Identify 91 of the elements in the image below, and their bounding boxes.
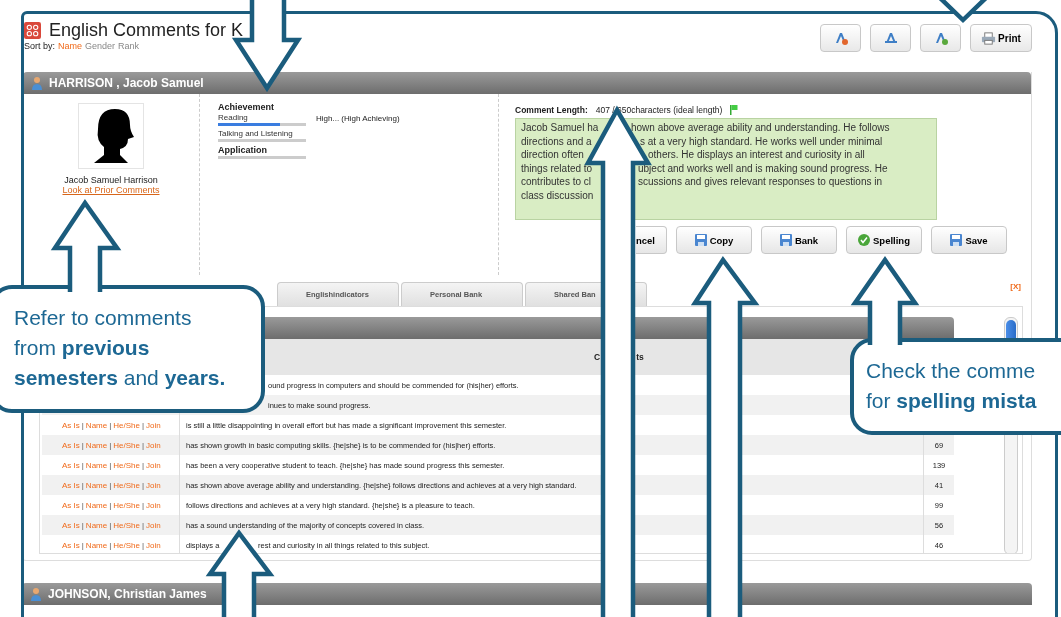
separator: | bbox=[141, 460, 145, 470]
printer-icon bbox=[981, 30, 997, 46]
letter-a-icon bbox=[882, 30, 899, 46]
page-title: English Comments for K bbox=[49, 20, 244, 41]
insert-link[interactable]: Join bbox=[146, 500, 161, 510]
insert-link[interactable]: He/She bbox=[113, 460, 140, 470]
insert-link[interactable]: He/She bbox=[113, 500, 140, 510]
comment-field[interactable]: Jacob Samuel ha hown above average ability and understanding. He follows directions and a s at a very high standard. He works well under minimal direction often others. He displays an interest and curiosity in all things related to ubject and works well and is making sound progress. He contributes to cl scussions and gives relevant responses to questions in class discussion bbox=[515, 118, 937, 220]
action-button[interactable]: Copy bbox=[676, 226, 752, 254]
insert-link[interactable]: Name bbox=[85, 480, 108, 490]
prior-comments-link[interactable]: Look at Prior Comments bbox=[62, 185, 160, 195]
insert-link[interactable]: Name bbox=[85, 460, 108, 470]
insert-link[interactable]: Join bbox=[146, 440, 161, 450]
insert-link[interactable]: Name bbox=[85, 500, 108, 510]
insert-link[interactable]: He/She bbox=[113, 420, 140, 430]
separator: | bbox=[141, 440, 145, 450]
toolbar-button[interactable] bbox=[920, 24, 961, 52]
check-icon bbox=[858, 234, 870, 246]
callout-text: Check the comme bbox=[866, 358, 1037, 384]
insert-link[interactable]: As Is bbox=[62, 420, 80, 430]
person-icon bbox=[31, 76, 43, 90]
separator: | bbox=[141, 520, 145, 530]
separator: | bbox=[81, 440, 84, 450]
insert-link[interactable]: As Is bbox=[62, 460, 80, 470]
insert-link[interactable]: As Is bbox=[62, 500, 80, 510]
separator: | bbox=[109, 460, 112, 470]
insert-link[interactable]: He/She bbox=[113, 440, 140, 450]
insert-link[interactable]: As Is bbox=[62, 540, 80, 550]
sort-option[interactable]: Name bbox=[58, 41, 83, 51]
separator: | bbox=[109, 520, 112, 530]
callout-text: Refer to comments bbox=[14, 305, 193, 331]
assessment-label: Application bbox=[218, 145, 268, 155]
separator: | bbox=[81, 480, 84, 490]
insert-link[interactable]: Name bbox=[85, 540, 108, 550]
separator: | bbox=[109, 440, 112, 450]
insert-link[interactable]: Name bbox=[85, 520, 108, 530]
separator: | bbox=[141, 500, 145, 510]
separator: | bbox=[109, 420, 112, 430]
student-name: HARRISON , Jacob Samuel bbox=[49, 76, 204, 90]
close-link[interactable]: [X] bbox=[1010, 282, 1021, 291]
insert-link[interactable]: Join bbox=[146, 520, 161, 530]
separator: | bbox=[81, 460, 84, 470]
separator: | bbox=[109, 540, 112, 550]
insert-link[interactable]: Join bbox=[146, 420, 161, 430]
callout-text: from previous bbox=[14, 335, 151, 361]
avatar-silhouette bbox=[78, 103, 144, 169]
person-icon bbox=[30, 587, 42, 601]
column-header: C bbox=[594, 352, 601, 362]
assessment-value: High... (High Achieving) bbox=[316, 113, 400, 125]
action-button[interactable]: Save bbox=[931, 226, 1007, 254]
separator: | bbox=[141, 540, 145, 550]
callout-text: for spelling mista bbox=[866, 388, 1038, 414]
print-button[interactable]: Print bbox=[970, 24, 1032, 52]
callout-text: semesters and years. bbox=[14, 365, 227, 391]
action-button[interactable]: ncel bbox=[636, 226, 667, 254]
insert-link[interactable]: Name bbox=[85, 440, 108, 450]
sort-label: Sort by: bbox=[24, 41, 55, 51]
separator: | bbox=[141, 420, 145, 430]
sort-option[interactable]: Gender bbox=[85, 41, 116, 51]
section-heading: Achievement bbox=[218, 102, 276, 112]
insert-link[interactable]: Name bbox=[85, 420, 108, 430]
flag-icon bbox=[730, 105, 739, 115]
sort-option[interactable]: Rank bbox=[118, 41, 140, 51]
insert-link[interactable]: Join bbox=[146, 460, 161, 470]
assessment-label: Reading bbox=[218, 113, 249, 122]
separator: | bbox=[81, 540, 84, 550]
assessment-label: Talking and Listening bbox=[218, 129, 294, 138]
comment-length-label: Comment Length: bbox=[515, 105, 588, 115]
column-header: ts bbox=[636, 352, 644, 362]
assessment-bar[interactable] bbox=[218, 123, 306, 126]
separator: | bbox=[81, 500, 84, 510]
insert-link[interactable]: Join bbox=[146, 540, 161, 550]
insert-link[interactable]: He/She bbox=[113, 540, 140, 550]
separator: | bbox=[81, 520, 84, 530]
toolbar-button[interactable] bbox=[870, 24, 911, 52]
student-name: JOHNSON, Christian James bbox=[48, 587, 207, 601]
insert-link[interactable]: As Is bbox=[62, 480, 80, 490]
insert-link[interactable]: He/She bbox=[113, 480, 140, 490]
separator: | bbox=[81, 420, 84, 430]
toolbar-button[interactable] bbox=[820, 24, 861, 52]
logo-icon bbox=[24, 22, 41, 39]
student-full-name: Jacob Samuel Harrison bbox=[64, 175, 158, 185]
action-button[interactable]: Bank bbox=[761, 226, 837, 254]
action-button[interactable]: Spelling bbox=[846, 226, 922, 254]
separator: | bbox=[109, 480, 112, 490]
insert-link[interactable]: He/She bbox=[113, 520, 140, 530]
insert-link[interactable]: As Is bbox=[62, 440, 80, 450]
insert-link[interactable]: Join bbox=[146, 480, 161, 490]
insert-link[interactable]: As Is bbox=[62, 520, 80, 530]
separator: | bbox=[109, 500, 112, 510]
separator: | bbox=[141, 480, 145, 490]
